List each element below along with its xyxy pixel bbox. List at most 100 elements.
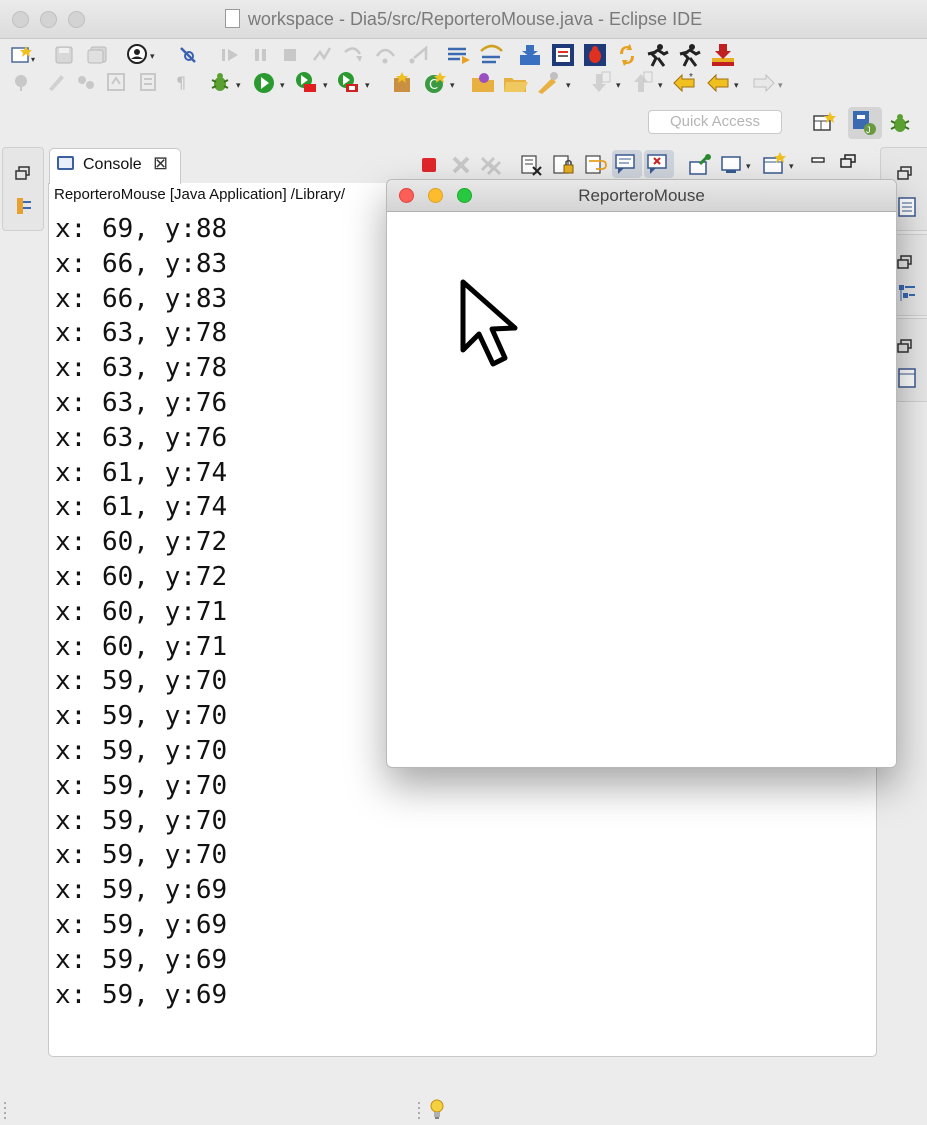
restore-icon[interactable]: [897, 339, 913, 353]
java-perspective-icon: J: [853, 111, 876, 135]
scroll-lock-icon[interactable]: [552, 154, 576, 176]
console-line: x: 69, y:88: [55, 214, 228, 244]
console-line: x: 66, y:83: [55, 283, 228, 314]
open-type-icon[interactable]: [470, 70, 498, 96]
step-into-icon[interactable]: [342, 44, 366, 66]
app-title-bar[interactable]: ReporteroMouse: [387, 180, 896, 212]
show-console-on-stdout-button[interactable]: [612, 150, 642, 178]
console-line: x: 61, y:74: [55, 492, 228, 523]
new-class-icon[interactable]: C ▾: [422, 70, 458, 96]
new-package-icon[interactable]: [390, 70, 416, 96]
step-return-icon[interactable]: [406, 44, 430, 66]
svg-text:▾: ▾: [450, 80, 455, 90]
user-profile-icon[interactable]: ▾: [126, 43, 160, 67]
import-icon[interactable]: [518, 43, 544, 67]
drop-to-frame-icon[interactable]: [478, 43, 506, 67]
suspend-icon[interactable]: [250, 46, 272, 64]
svg-text:▾: ▾: [365, 80, 370, 90]
debug-perspective-icon[interactable]: [886, 110, 914, 136]
save-icon[interactable]: [54, 45, 76, 65]
synchronize-icon[interactable]: [614, 42, 640, 68]
forward-icon[interactable]: ▾: [750, 70, 788, 96]
restore-icon[interactable]: [897, 255, 913, 269]
last-edit-location-icon[interactable]: *: [672, 70, 700, 96]
clear-console-icon[interactable]: [520, 154, 544, 176]
search-icon[interactable]: ▾: [534, 70, 574, 96]
left-trim-stack: [2, 147, 44, 231]
console-line: x: 59, y:70: [55, 735, 228, 766]
console-line: x: 60, y:72: [55, 527, 228, 558]
svg-text:▾: ▾: [323, 80, 328, 90]
reportero-mouse-window[interactable]: ReporteroMouse: [386, 179, 897, 768]
svg-text:*: *: [689, 72, 693, 83]
terminate-icon[interactable]: [420, 156, 438, 174]
pin-console-icon[interactable]: [688, 154, 712, 176]
new-wizard-icon[interactable]: ▾: [10, 44, 36, 66]
console-line: x: 59, y:70: [55, 666, 228, 697]
step-over-icon[interactable]: [374, 44, 398, 66]
next-annotation-icon[interactable]: ▾: [588, 70, 626, 96]
terminate-disabled-icon[interactable]: [280, 46, 302, 64]
mouse-pointer-icon: [460, 279, 518, 367]
run-external-icon[interactable]: [676, 42, 704, 68]
console-line: x: 59, y:70: [55, 770, 228, 801]
lightbulb-icon[interactable]: [428, 1098, 446, 1122]
package-explorer-icon[interactable]: [15, 196, 33, 216]
minimize-view-icon[interactable]: [810, 154, 826, 168]
coverage-icon[interactable]: ▾: [294, 70, 332, 96]
word-wrap-icon[interactable]: [584, 154, 608, 176]
open-perspective-icon[interactable]: [812, 112, 838, 134]
outline-icon[interactable]: [897, 283, 917, 305]
console-line: x: 59, y:70: [55, 701, 228, 732]
console-line: x: 63, y:78: [55, 318, 228, 349]
show-whitespace-icon[interactable]: [106, 72, 128, 92]
edit-disabled-icon[interactable]: [46, 72, 68, 92]
block-selection-icon[interactable]: [138, 72, 160, 92]
view-icon[interactable]: [897, 367, 917, 389]
close-icon[interactable]: ⊠: [153, 153, 168, 174]
install-icon[interactable]: [710, 42, 736, 68]
pilcrow-icon[interactable]: ¶: [172, 72, 192, 94]
task-list-icon[interactable]: [550, 42, 576, 68]
document-icon: [224, 9, 240, 28]
remove-launch-icon[interactable]: [450, 154, 472, 176]
open-resource-icon[interactable]: [502, 70, 530, 96]
external-tools-icon[interactable]: ▾: [336, 70, 374, 96]
task-list-view-icon[interactable]: [897, 196, 917, 218]
svg-text:J: J: [866, 125, 871, 135]
skip-breakpoints-icon[interactable]: [178, 45, 200, 65]
console-process-description: ReporteroMouse [Java Application] /Libra…: [54, 186, 345, 203]
run-last-tool-icon[interactable]: [644, 42, 672, 68]
console-tab-label: Console: [83, 156, 142, 173]
console-line: x: 60, y:71: [55, 631, 228, 662]
debug-icon[interactable]: ▾: [208, 70, 244, 96]
run-icon[interactable]: ▾: [252, 70, 288, 96]
status-grip-icon: [4, 1102, 6, 1119]
maximize-view-icon[interactable]: [840, 154, 856, 168]
svg-text:▾: ▾: [236, 80, 241, 90]
back-icon[interactable]: ▾: [706, 70, 744, 96]
display-selected-console-icon[interactable]: ▾: [720, 154, 756, 176]
disconnect-icon[interactable]: [310, 44, 334, 66]
status-bar: [0, 1090, 927, 1125]
quick-access-input[interactable]: Quick Access: [648, 110, 782, 134]
console-line: x: 66, y:83: [55, 248, 228, 279]
console-line: x: 59, y:69: [55, 979, 228, 1010]
svg-text:▾: ▾: [789, 161, 794, 171]
restore-icon[interactable]: [15, 166, 31, 180]
save-all-icon[interactable]: [86, 45, 110, 65]
show-console-on-stderr-button[interactable]: [644, 150, 674, 178]
use-step-filters-icon[interactable]: [446, 44, 472, 66]
remove-all-terminated-icon[interactable]: [478, 154, 504, 176]
svg-text:▾: ▾: [658, 80, 663, 90]
java-perspective-button[interactable]: J: [848, 107, 882, 139]
restore-icon[interactable]: [897, 166, 913, 180]
previous-annotation-icon[interactable]: ▾: [630, 70, 668, 96]
bug-report-icon[interactable]: [582, 42, 608, 68]
open-console-icon[interactable]: ▾: [762, 152, 798, 176]
annotation-icon[interactable]: [76, 72, 98, 92]
toggle-breakpoint-icon[interactable]: [12, 72, 34, 92]
resume-icon[interactable]: [220, 46, 242, 64]
console-icon: [57, 156, 74, 170]
window-title: workspace - Dia5/src/ReporteroMouse.java…: [0, 9, 927, 30]
